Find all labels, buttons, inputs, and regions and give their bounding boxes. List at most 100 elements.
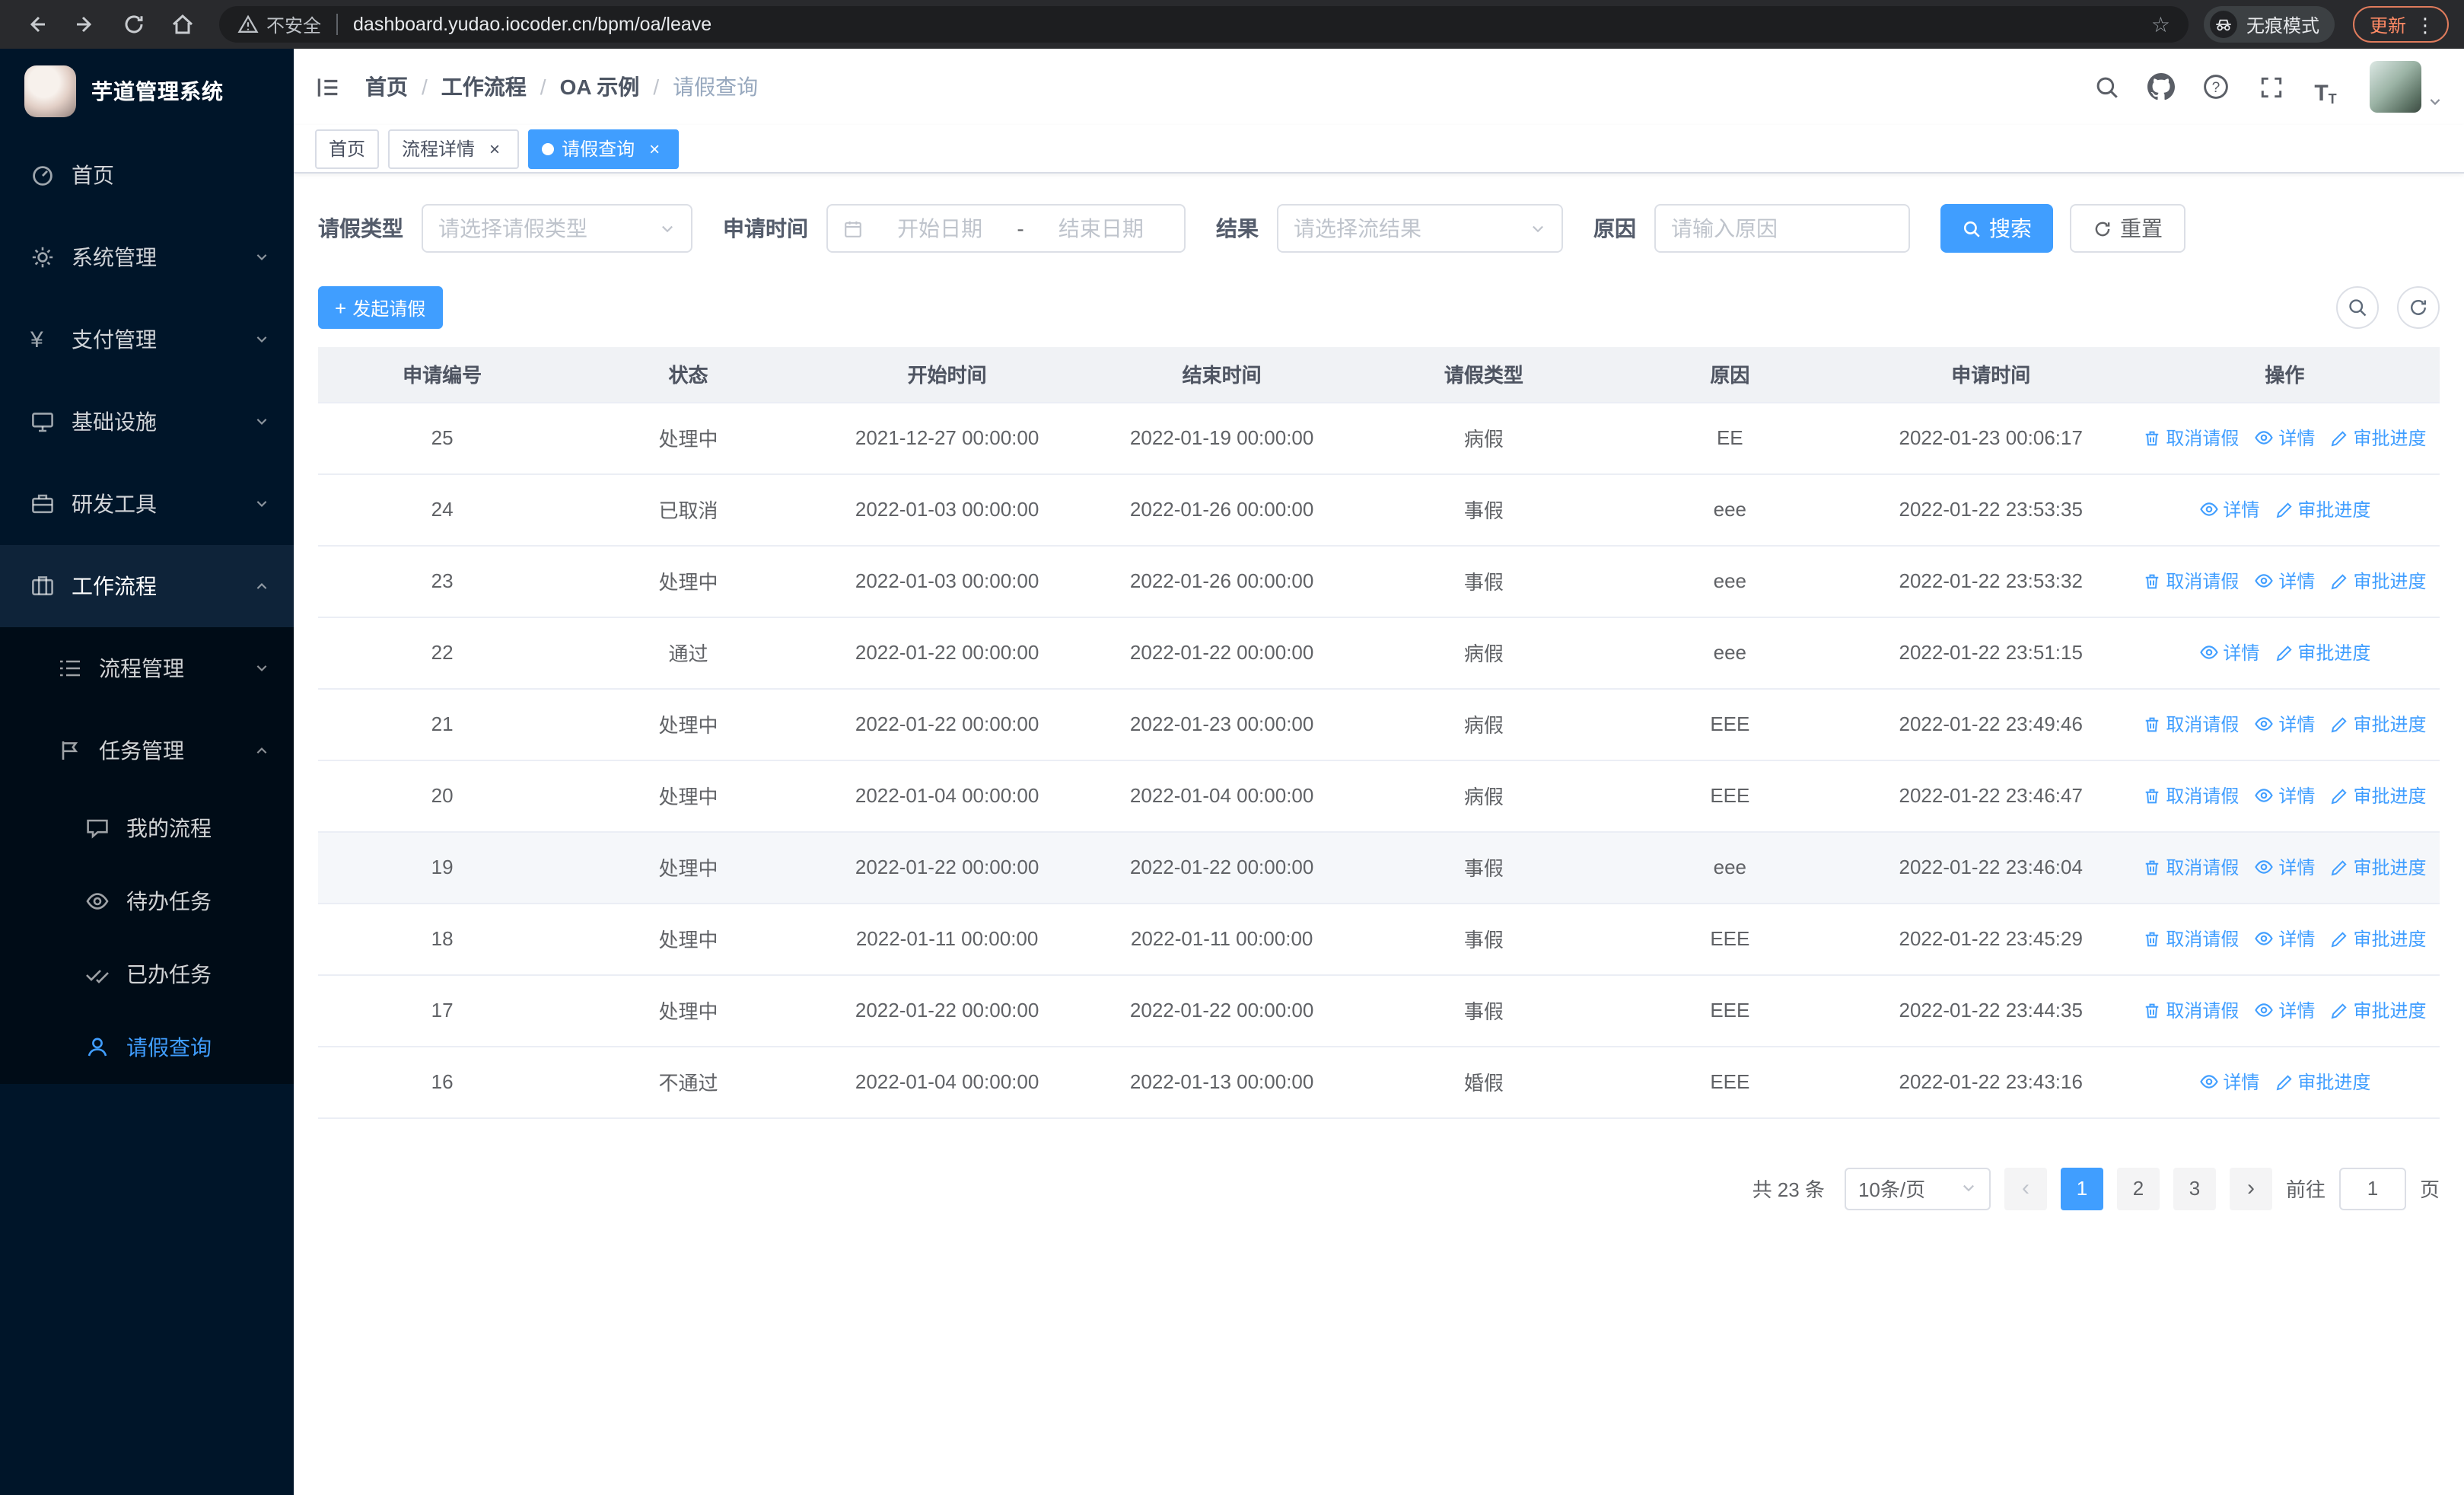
result-select[interactable]: 请选择流结果 — [1277, 204, 1563, 253]
approval-progress-action-link[interactable]: 审批进度 — [2330, 711, 2426, 737]
cell-leave-type: 事假 — [1359, 473, 1609, 546]
cell-end-time: 2022-01-11 00:00:00 — [1084, 903, 1360, 975]
cell-leave-type: 婚假 — [1359, 1046, 1609, 1118]
approval-progress-action-link[interactable]: 审批进度 — [2330, 783, 2426, 808]
help-icon[interactable]: ? — [2196, 67, 2236, 107]
cell-start-time: 2022-01-03 00:00:00 — [810, 545, 1084, 617]
sidebar-item-my-process[interactable]: 我的流程 — [0, 792, 294, 865]
end-date-placeholder[interactable]: 结束日期 — [1033, 213, 1169, 244]
browser-back-icon[interactable] — [15, 3, 58, 46]
sidebar-item-process-mgmt[interactable]: 流程管理 — [0, 627, 294, 709]
tab-leave-query[interactable]: 请假查询 — [528, 129, 680, 168]
cell-end-time: 2022-01-22 00:00:00 — [1084, 974, 1360, 1047]
page-button-3[interactable]: 3 — [2173, 1167, 2216, 1210]
sidebar-item-leave-query[interactable]: 请假查询 — [0, 1011, 294, 1084]
prev-page-button[interactable]: ‹ — [2004, 1167, 2047, 1210]
column-leave-type: 请假类型 — [1359, 347, 1609, 403]
detail-action-link[interactable]: 详情 — [2198, 1068, 2259, 1094]
cell-status: 处理中 — [566, 760, 810, 832]
bookmark-star-icon[interactable]: ☆ — [2151, 11, 2170, 37]
toggle-search-button[interactable] — [2336, 286, 2379, 329]
cell-actions: 详情 审批进度 — [2129, 1046, 2440, 1118]
sidebar-collapse-icon[interactable] — [315, 74, 341, 100]
sidebar-item-task-mgmt[interactable]: 任务管理 — [0, 709, 294, 792]
update-label[interactable]: 更新 — [2370, 11, 2406, 37]
detail-action-link[interactable]: 详情 — [2254, 853, 2315, 879]
browser-forward-icon[interactable] — [64, 3, 107, 46]
sidebar-item-system[interactable]: 系统管理 — [0, 216, 294, 298]
cell-reason: EEE — [1608, 688, 1852, 760]
browser-menu-icon[interactable]: ⋮ — [2415, 14, 2435, 34]
sidebar-item-home[interactable]: 首页 — [0, 134, 294, 216]
date-range-picker[interactable]: 开始日期 - 结束日期 — [826, 204, 1186, 253]
search-button[interactable]: 搜索 — [1940, 204, 2053, 253]
start-date-placeholder[interactable]: 开始日期 — [872, 213, 1008, 244]
cell-id: 16 — [318, 1046, 567, 1118]
cancel-leave-action-link[interactable]: 取消请假 — [2143, 926, 2239, 952]
breadcrumb-workflow[interactable]: 工作流程 — [441, 72, 527, 102]
cancel-leave-action-link[interactable]: 取消请假 — [2143, 997, 2239, 1023]
cell-actions: 取消请假 详情 审批进度 — [2129, 760, 2440, 832]
sidebar-item-payment[interactable]: ¥ 支付管理 — [0, 298, 294, 381]
detail-action-link[interactable]: 详情 — [2254, 782, 2315, 808]
approval-progress-action-link[interactable]: 审批进度 — [2330, 568, 2426, 594]
approval-progress-action-link[interactable]: 审批进度 — [2330, 997, 2426, 1023]
create-leave-button[interactable]: + 发起请假 — [318, 286, 443, 329]
detail-action-link[interactable]: 详情 — [2254, 567, 2315, 593]
detail-action-link[interactable]: 详情 — [2198, 496, 2259, 521]
fullscreen-icon[interactable] — [2251, 67, 2291, 107]
detail-action-link[interactable]: 详情 — [2254, 424, 2315, 450]
breadcrumb-oa-example[interactable]: OA 示例 — [560, 72, 640, 102]
user-menu[interactable] — [2370, 61, 2443, 113]
browser-update-chip[interactable]: 更新 ⋮ — [2352, 6, 2449, 43]
url-text[interactable]: dashboard.yudao.iocoder.cn/bpm/oa/leave — [353, 14, 2151, 35]
goto-page-input[interactable] — [2338, 1167, 2406, 1210]
approval-progress-action-link[interactable]: 审批进度 — [2330, 854, 2426, 880]
reason-input[interactable] — [1654, 204, 1910, 253]
search-icon[interactable] — [2087, 67, 2126, 107]
user-avatar[interactable] — [2370, 61, 2421, 113]
tab-home[interactable]: 首页 — [315, 129, 380, 168]
detail-action-link[interactable]: 详情 — [2254, 996, 2315, 1022]
cancel-leave-action-link[interactable]: 取消请假 — [2143, 711, 2239, 737]
font-size-icon[interactable]: TT — [2306, 67, 2345, 107]
tab-process-detail[interactable]: 流程详情 — [388, 129, 520, 168]
table-row: 18 处理中 2022-01-11 00:00:00 2022-01-11 00:00… — [318, 903, 2440, 975]
cancel-leave-action-link[interactable]: 取消请假 — [2143, 568, 2239, 594]
cancel-leave-action-link[interactable]: 取消请假 — [2143, 854, 2239, 880]
cell-status: 处理中 — [566, 402, 810, 474]
not-secure-badge[interactable]: 不安全 — [237, 11, 321, 37]
approval-progress-action-link[interactable]: 审批进度 — [2275, 1069, 2370, 1095]
refresh-table-button[interactable] — [2397, 286, 2440, 329]
browser-refresh-icon[interactable] — [113, 3, 155, 46]
page-button-1[interactable]: 1 — [2060, 1167, 2103, 1210]
detail-action-link[interactable]: 详情 — [2254, 925, 2315, 951]
reset-button[interactable]: 重置 — [2070, 204, 2185, 253]
address-bar[interactable]: 不安全 dashboard.yudao.iocoder.cn/bpm/oa/le… — [219, 6, 2189, 43]
sidebar-item-workflow[interactable]: 工作流程 — [0, 545, 294, 627]
detail-action-link[interactable]: 详情 — [2254, 710, 2315, 736]
approval-progress-action-link[interactable]: 审批进度 — [2275, 496, 2370, 522]
close-icon[interactable] — [644, 138, 665, 159]
main-area: 首页 / 工作流程 / OA 示例 / 请假查询 ? T T 首页 流程详情 ×… — [294, 49, 2464, 1495]
cell-end-time: 2022-01-22 00:00:00 — [1084, 617, 1360, 689]
next-page-button[interactable]: › — [2229, 1167, 2272, 1210]
cancel-leave-action-link[interactable]: 取消请假 — [2143, 425, 2239, 451]
approval-progress-action-link[interactable]: 审批进度 — [2330, 926, 2426, 952]
cell-leave-type: 病假 — [1359, 617, 1609, 689]
approval-progress-action-link[interactable]: 审批进度 — [2330, 425, 2426, 451]
sidebar-item-devtools[interactable]: 研发工具 — [0, 463, 294, 545]
detail-action-link[interactable]: 详情 — [2198, 639, 2259, 665]
cancel-leave-action-link[interactable]: 取消请假 — [2143, 783, 2239, 808]
sidebar-item-todo-tasks[interactable]: 待办任务 — [0, 865, 294, 938]
leave-type-select[interactable]: 请选择请假类型 — [422, 204, 692, 253]
close-icon[interactable] — [484, 138, 505, 159]
breadcrumb-home[interactable]: 首页 — [365, 72, 408, 102]
sidebar-item-infra[interactable]: 基础设施 — [0, 381, 294, 463]
github-icon[interactable] — [2141, 67, 2181, 107]
page-button-2[interactable]: 2 — [2116, 1167, 2160, 1210]
page-size-select[interactable]: 10条/页 — [1844, 1167, 1991, 1210]
approval-progress-action-link[interactable]: 审批进度 — [2275, 639, 2370, 665]
browser-home-icon[interactable] — [161, 3, 204, 46]
sidebar-item-done-tasks[interactable]: 已办任务 — [0, 938, 294, 1011]
